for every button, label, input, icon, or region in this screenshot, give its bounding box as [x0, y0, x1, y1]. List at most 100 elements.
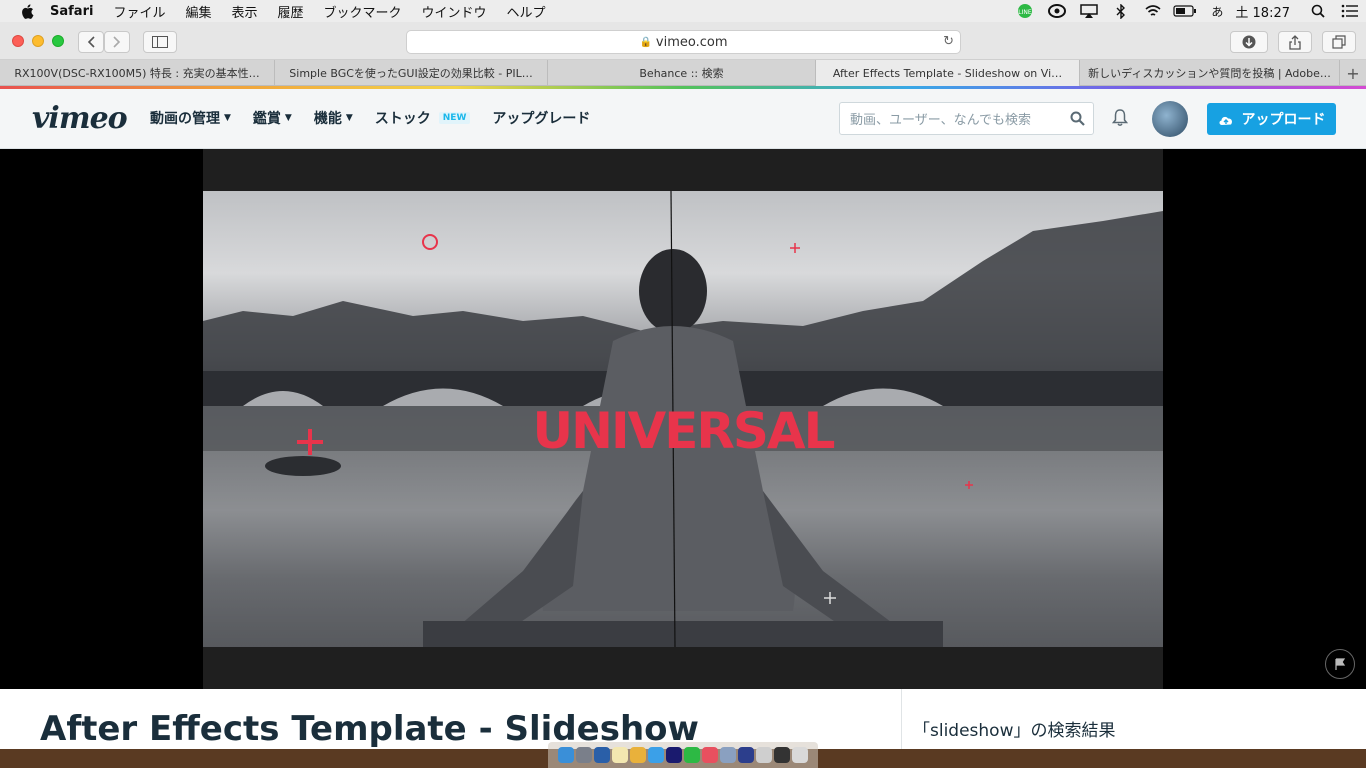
tab-label: After Effects Template - Slideshow on Vi… — [832, 66, 1063, 80]
line-app-icon[interactable] — [684, 747, 700, 763]
video-player[interactable]: UNIVERSAL — [0, 149, 1366, 689]
nav-stock[interactable]: ストック NEW — [375, 108, 471, 128]
battery-icon[interactable] — [1169, 0, 1201, 22]
address-bar[interactable]: 🔒 vimeo.com ↻ — [406, 30, 961, 54]
menu-view[interactable]: 表示 — [221, 2, 267, 21]
report-flag-button[interactable] — [1325, 649, 1355, 679]
svg-text:LINE: LINE — [1019, 9, 1033, 16]
browser-toolbar: 🔒 vimeo.com ↻ — [0, 22, 1366, 60]
safari-icon[interactable] — [648, 747, 664, 763]
chrome-icon[interactable] — [630, 747, 646, 763]
nav-features[interactable]: 機能 ▼ — [314, 108, 353, 128]
search-results-heading: 「slideshow」の検索結果 — [913, 721, 1116, 741]
trash-icon[interactable] — [792, 747, 808, 763]
input-method-indicator[interactable]: あ — [1201, 0, 1233, 22]
nav-upgrade[interactable]: アップグレード — [492, 108, 590, 128]
wifi-icon[interactable] — [1137, 0, 1169, 22]
tab-adobe-forum[interactable]: 新しいディスカッションや質問を投稿 | Adobe… — [1080, 60, 1340, 86]
vimeo-header: vimeo 動画の管理 ▼ 鑑賞 ▼ 機能 ▼ ストック NEW アップグレード — [0, 89, 1366, 149]
line-icon[interactable]: LINE — [1009, 0, 1041, 22]
launchpad-icon[interactable] — [576, 747, 592, 763]
tab-behance[interactable]: Behance :: 検索 — [548, 60, 816, 86]
chevron-down-icon: ▼ — [345, 113, 353, 123]
tab-label: RX100V(DSC-RX100M5) 特長 : 充実の基本性… — [14, 67, 260, 80]
minimize-window-button[interactable] — [32, 35, 44, 47]
upload-label: アップロード — [1241, 112, 1326, 128]
preview-icon[interactable] — [720, 747, 736, 763]
zoom-window-button[interactable] — [52, 35, 64, 47]
menu-file[interactable]: ファイル — [103, 2, 175, 21]
chevron-down-icon: ▼ — [284, 113, 292, 123]
menubar-clock[interactable]: 土 18:27 — [1233, 2, 1302, 21]
sidebar-toggle-button[interactable] — [143, 31, 177, 53]
finder-icon[interactable] — [558, 747, 574, 763]
tab-label: Behance :: 検索 — [639, 67, 724, 80]
tabs-overview-icon — [1332, 35, 1346, 49]
back-button[interactable] — [78, 31, 104, 53]
sidebar-icon — [152, 36, 168, 48]
music-icon[interactable] — [702, 747, 718, 763]
spotlight-search-icon[interactable] — [1302, 0, 1334, 22]
app-icon[interactable] — [738, 747, 754, 763]
bell-icon[interactable] — [1112, 109, 1128, 127]
show-tabs-button[interactable] — [1322, 31, 1356, 53]
bluetooth-icon[interactable] — [1105, 0, 1137, 22]
menu-history[interactable]: 履歴 — [267, 2, 313, 21]
tab-label: 新しいディスカッションや質問を投稿 | Adobe… — [1088, 67, 1331, 80]
nav-watch[interactable]: 鑑賞 ▼ — [253, 108, 292, 128]
after-effects-icon[interactable] — [666, 747, 682, 763]
menu-bar: Safari ファイル 編集 表示 履歴 ブックマーク ウインドウ ヘルプ LI… — [0, 0, 1366, 22]
video-still: UNIVERSAL — [203, 191, 1163, 647]
download-icon — [1242, 35, 1256, 49]
apple-icon[interactable] — [16, 0, 38, 22]
vimeo-nav: 動画の管理 ▼ 鑑賞 ▼ 機能 ▼ ストック NEW アップグレード — [150, 108, 590, 128]
notification-center-icon[interactable] — [1334, 0, 1366, 22]
share-button[interactable] — [1278, 31, 1312, 53]
flag-icon — [1335, 658, 1346, 670]
search-icon[interactable] — [1070, 111, 1085, 126]
video-frame: UNIVERSAL — [203, 149, 1163, 689]
airplay-icon[interactable] — [1073, 0, 1105, 22]
chevron-down-icon: ▼ — [224, 113, 231, 123]
vimeo-logo[interactable]: vimeo — [32, 101, 128, 136]
creative-cloud-icon[interactable] — [1041, 0, 1073, 22]
nav-label: ストック — [374, 111, 431, 127]
video-overlay-title: UNIVERSAL — [532, 402, 836, 460]
new-tab-button[interactable]: + — [1340, 60, 1366, 86]
menu-edit[interactable]: 編集 — [175, 2, 221, 21]
close-window-button[interactable] — [12, 35, 24, 47]
chevron-left-icon — [87, 36, 95, 48]
app-icon[interactable] — [756, 747, 772, 763]
vimeo-search-input[interactable]: 動画、ユーザー、なんでも検索 — [839, 102, 1094, 135]
menu-window[interactable]: ウインドウ — [412, 2, 497, 21]
app-icon[interactable] — [774, 747, 790, 763]
tab-label: Simple BGCを使ったGUI設定の効果比較 - PIL… — [289, 67, 533, 80]
nav-label: アップグレード — [492, 111, 591, 127]
menu-help[interactable]: ヘルプ — [497, 2, 556, 21]
tab-rx100v[interactable]: RX100V(DSC-RX100M5) 特長 : 充実の基本性… — [0, 60, 275, 86]
sidebar-divider — [901, 689, 902, 749]
share-icon — [1289, 34, 1301, 50]
notes-icon[interactable] — [612, 747, 628, 763]
nav-manage-videos[interactable]: 動画の管理 ▼ — [150, 108, 231, 128]
upload-button[interactable]: アップロード — [1207, 103, 1336, 135]
menu-app-name[interactable]: Safari — [38, 4, 103, 19]
tab-simple-bgc[interactable]: Simple BGCを使ったGUI設定の効果比較 - PIL… — [275, 60, 548, 86]
tab-bar: RX100V(DSC-RX100M5) 特長 : 充実の基本性… Simple … — [0, 60, 1366, 86]
chevron-right-icon — [113, 36, 121, 48]
address-text: vimeo.com — [655, 34, 728, 50]
video-info-area: After Effects Template - Slideshow 「slid… — [0, 689, 1366, 749]
dock — [548, 742, 818, 768]
forward-button[interactable] — [104, 31, 130, 53]
avatar[interactable] — [1152, 101, 1188, 137]
status-area: LINE あ 土 18:27 — [1009, 0, 1366, 22]
nav-label: 鑑賞 — [252, 111, 281, 127]
tab-vimeo-active[interactable]: After Effects Template - Slideshow on Vi… — [816, 60, 1080, 86]
system-app-icon[interactable] — [594, 747, 610, 763]
lock-icon: 🔒 — [639, 36, 652, 48]
new-badge: NEW — [438, 112, 471, 124]
downloads-button[interactable] — [1230, 31, 1268, 53]
reload-icon[interactable]: ↻ — [943, 34, 954, 49]
menu-bookmarks[interactable]: ブックマーク — [314, 2, 412, 21]
nav-label: 動画の管理 — [150, 111, 220, 127]
